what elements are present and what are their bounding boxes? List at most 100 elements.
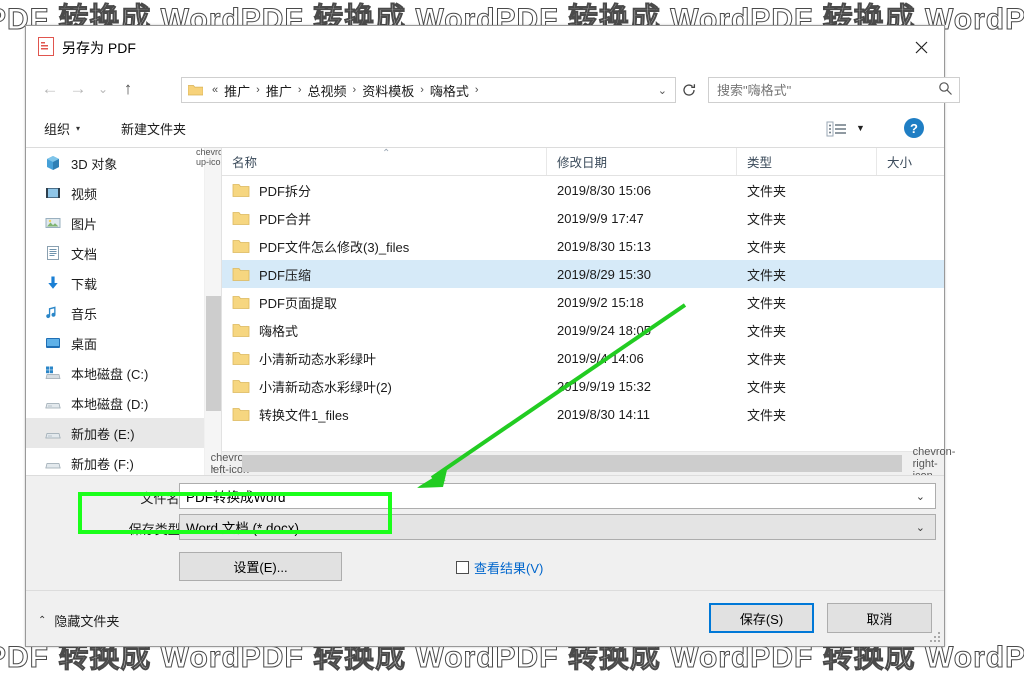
table-row[interactable]: 转换文件1_files 2019/8/30 14:11 文件夹 (222, 400, 944, 428)
column-header-date[interactable]: 修改日期 (547, 148, 737, 175)
table-row[interactable]: 小清新动态水彩绿叶(2) 2019/9/19 15:32 文件夹 (222, 372, 944, 400)
chevron-down-icon[interactable]: ⌄ (916, 521, 933, 534)
table-row[interactable]: PDF文件怎么修改(3)_files 2019/8/30 15:13 文件夹 (222, 232, 944, 260)
folder-icon (232, 323, 250, 338)
table-row[interactable]: 小清新动态水彩绿叶 2019/9/4 14:06 文件夹 (222, 344, 944, 372)
view-result-checkbox[interactable]: 查看结果(V) (456, 558, 543, 577)
address-bar[interactable]: « 推广 › 推广 › 总视频 › 资料模板 › 嗨格式 › ⌄ (181, 77, 676, 103)
picture-icon (44, 214, 62, 232)
save-as-dialog: 另存为 PDF ← → ⌄ ↑ « 推广 › 推广 › 总视频 › 资料模板 ›… (25, 25, 960, 647)
navigation-bar: ← → ⌄ ↑ « 推广 › 推广 › 总视频 › 资料模板 › 嗨格式 › ⌄ (26, 68, 960, 110)
row-date-cell: 2019/9/9 17:47 (557, 210, 644, 226)
column-header-type[interactable]: 类型 (737, 148, 877, 175)
row-name-label: PDF文件怎么修改(3)_files (259, 239, 410, 255)
row-name-cell: PDF拆分 (222, 181, 547, 200)
scrollbar-thumb[interactable] (206, 296, 221, 411)
resize-grip-icon[interactable] (929, 631, 941, 643)
arrow-up-icon[interactable]: ↑ (114, 76, 142, 102)
sidebar-item-music[interactable]: 音乐 (26, 298, 204, 328)
folder-icon (232, 267, 250, 282)
file-list-pane: 名称 ⌃ 修改日期 类型 大小 PDF拆分 2019/8/30 15:06 文件… (211, 148, 956, 482)
table-row[interactable]: PDF压缩 2019/8/29 15:30 文件夹 (222, 260, 944, 288)
table-row[interactable]: 嗨格式 2019/9/24 18:05 文件夹 (222, 316, 944, 344)
checkbox-box[interactable] (456, 561, 469, 574)
chevron-down-icon[interactable]: ⌄ (916, 490, 933, 503)
sidebar-item-local-disk-d[interactable]: 本地磁盘 (D:) (26, 388, 204, 418)
column-header-size[interactable]: 大小 (877, 148, 944, 175)
list-view-icon[interactable] (826, 119, 848, 139)
pdf-icon (38, 37, 54, 56)
breadcrumb-item-4[interactable]: 嗨格式 (428, 81, 471, 100)
cancel-button[interactable]: 取消 (827, 603, 932, 633)
folder-icon (187, 84, 204, 96)
organize-button[interactable]: 组织 ▾ (44, 119, 80, 138)
row-date-cell: 2019/9/4 14:06 (557, 350, 644, 366)
sidebar-item-videos[interactable]: 视频 (26, 178, 204, 208)
row-name-label: 小清新动态水彩绿叶 (259, 351, 377, 367)
column-label: 类型 (747, 156, 773, 170)
column-label: 名称 (232, 156, 258, 170)
row-name-label: 嗨格式 (259, 323, 299, 339)
search-icon (938, 81, 953, 99)
dialog-footer: ⌃ 隐藏文件夹 保存(S) 取消 (26, 590, 944, 646)
sidebar-item-3d-objects[interactable]: 3D 对象 (26, 148, 204, 178)
row-date-cell: 2019/9/19 15:32 (557, 378, 651, 394)
table-row[interactable]: PDF拆分 2019/8/30 15:06 文件夹 (222, 176, 944, 204)
help-icon[interactable]: ? (903, 117, 925, 139)
row-name-cell: PDF页面提取 (222, 293, 547, 312)
chevron-up-icon[interactable]: chevron-up-icon (196, 147, 231, 167)
recent-locations-chevron-down-icon[interactable]: ⌄ (92, 76, 114, 102)
chevron-left-icon[interactable]: chevron-left-icon (211, 452, 254, 476)
new-folder-button[interactable]: 新建文件夹 (121, 119, 186, 138)
settings-button-label: 设置(E)... (233, 560, 288, 575)
sidebar-item-new-volume-f[interactable]: 新加卷 (F:) (26, 448, 204, 475)
sidebar-item-local-disk-c[interactable]: 本地磁盘 (C:) (26, 358, 204, 388)
horizontal-scrollbar[interactable]: chevron-left-icon chevron-right-icon (211, 446, 956, 482)
address-chevron-down-icon[interactable]: ⌄ (658, 84, 671, 97)
chevron-down-icon: ▾ (76, 124, 81, 133)
column-header-name[interactable]: 名称 ⌃ (222, 148, 547, 175)
column-label: 修改日期 (557, 156, 608, 170)
nav-button-group: ← → ⌄ ↑ (36, 76, 142, 102)
breadcrumb-item-2[interactable]: 总视频 (306, 81, 349, 100)
save-button[interactable]: 保存(S) (709, 603, 814, 633)
row-name-cell: 转换文件1_files (222, 405, 547, 424)
search-box[interactable] (708, 77, 960, 103)
sort-ascending-icon: ⌃ (382, 148, 391, 159)
sidebar-item-desktop[interactable]: 桌面 (26, 328, 204, 358)
arrow-right-icon[interactable]: → (64, 76, 92, 102)
sidebar-item-documents[interactable]: 文档 (26, 238, 204, 268)
view-chevron-down-icon[interactable]: ▼ (856, 123, 865, 133)
row-date-cell: 2019/8/30 15:13 (557, 238, 651, 254)
sidebar-item-new-volume-e[interactable]: 新加卷 (E:) (26, 418, 204, 448)
sidebar-item-pictures[interactable]: 图片 (26, 208, 204, 238)
breadcrumb-item-1[interactable]: 推广 (264, 81, 294, 100)
table-row[interactable]: PDF页面提取 2019/9/2 15:18 文件夹 (222, 288, 944, 316)
refresh-icon[interactable] (676, 77, 702, 103)
document-icon (44, 244, 62, 262)
sidebar-item-label: 新加卷 (E:) (71, 426, 135, 442)
sidebar-item-label: 本地磁盘 (C:) (71, 366, 149, 382)
hide-folders-button[interactable]: ⌃ 隐藏文件夹 (38, 611, 119, 630)
row-type-cell: 文件夹 (747, 351, 787, 367)
breadcrumb-prefix: « (212, 84, 219, 96)
settings-button[interactable]: 设置(E)... (179, 552, 342, 581)
close-icon[interactable] (898, 26, 944, 68)
sidebar-scrollbar[interactable]: chevron-up-icon ⌄ (196, 147, 231, 475)
dialog-body: 3D 对象 视频 图片 文档 下载 音乐 桌面 本地磁盘 (C:) 本地磁盘 (… (26, 147, 956, 482)
drive-icon (44, 454, 62, 472)
sidebar-item-downloads[interactable]: 下载 (26, 268, 204, 298)
music-icon (44, 304, 62, 322)
scrollbar-thumb[interactable] (242, 454, 902, 472)
breadcrumb-separator: › (474, 84, 479, 96)
breadcrumb-item-0[interactable]: 推广 (222, 81, 252, 100)
arrow-left-icon[interactable]: ← (36, 76, 64, 102)
table-row[interactable]: PDF合并 2019/9/9 17:47 文件夹 (222, 204, 944, 232)
scrollbar-track[interactable] (242, 452, 924, 476)
breadcrumb-item-3[interactable]: 资料模板 (360, 81, 416, 100)
sidebar-item-label: 下载 (71, 276, 98, 292)
search-input[interactable] (715, 81, 938, 99)
navigation-pane: 3D 对象 视频 图片 文档 下载 音乐 桌面 本地磁盘 (C:) 本地磁盘 (… (26, 148, 204, 475)
row-type-cell: 文件夹 (747, 379, 787, 395)
chevron-right-icon[interactable]: chevron-right-icon (913, 446, 956, 482)
